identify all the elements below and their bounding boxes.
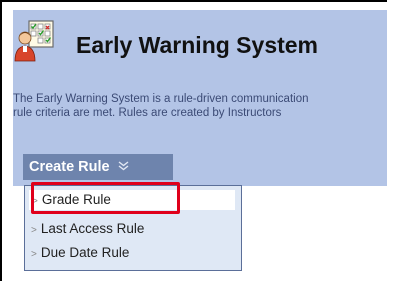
description-line-2: rule criteria are met. Rules are created… bbox=[13, 107, 282, 119]
description-line-1: The Early Warning System is a rule-drive… bbox=[13, 93, 309, 105]
menu-item-last-access-rule[interactable]: > Last Access Rule bbox=[31, 219, 144, 239]
chevron-down-icon bbox=[118, 154, 129, 180]
chevron-right-icon: > bbox=[31, 249, 37, 260]
highlight-box bbox=[31, 182, 180, 214]
page-description: The Early Warning System is a rule-drive… bbox=[13, 92, 383, 120]
teacher-with-checklist-icon bbox=[14, 20, 54, 62]
menu-item-label: Last Access Rule bbox=[40, 221, 145, 236]
chevron-right-icon: > bbox=[31, 225, 37, 236]
page-title: Early Warning System bbox=[76, 32, 319, 58]
create-rule-button[interactable]: Create Rule bbox=[23, 154, 173, 180]
menu-item-label: Due Date Rule bbox=[40, 245, 130, 260]
menu-item-due-date-rule[interactable]: > Due Date Rule bbox=[31, 243, 129, 263]
page-frame: Early Warning System The Early Warning S… bbox=[0, 0, 387, 281]
create-rule-label: Create Rule bbox=[29, 159, 110, 175]
